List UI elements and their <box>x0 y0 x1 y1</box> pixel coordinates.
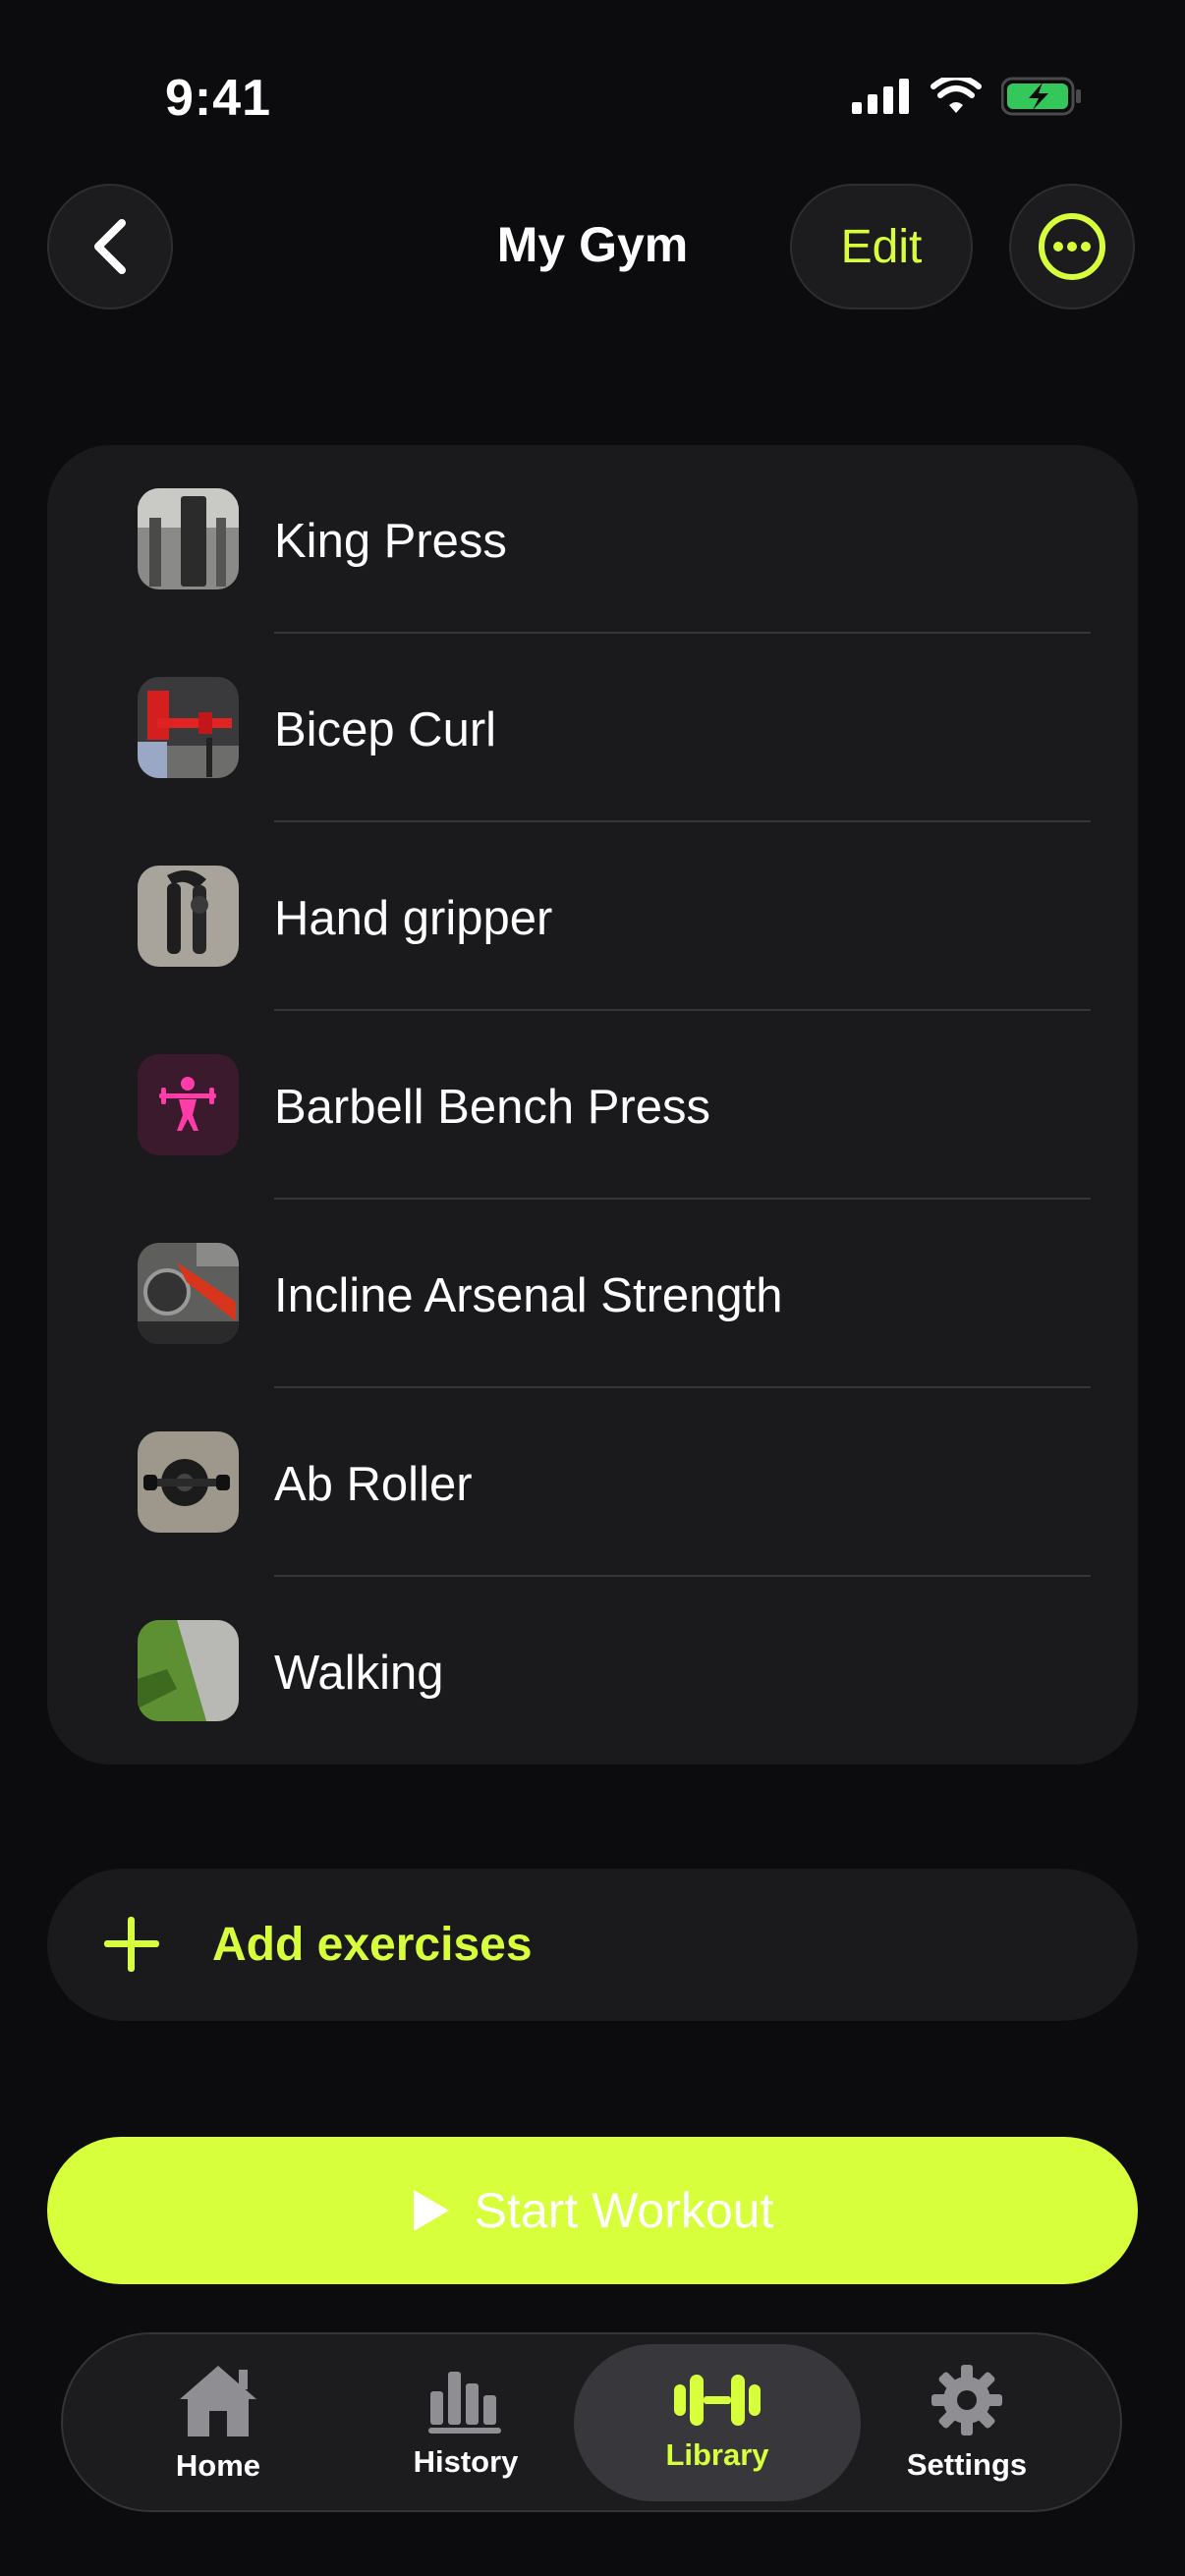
exercise-row[interactable]: Bicep Curl <box>47 634 1138 822</box>
exercise-thumbnail <box>138 488 239 589</box>
gear-icon <box>931 2365 1002 2436</box>
play-icon <box>413 2190 449 2231</box>
house-icon <box>180 2366 256 2436</box>
exercise-name: Walking <box>274 1647 444 1700</box>
exercise-thumbnail <box>138 677 239 778</box>
exercise-name: Ab Roller <box>274 1458 473 1511</box>
exercise-row[interactable]: Hand gripper <box>47 822 1138 1011</box>
exercise-row[interactable]: Walking <box>47 1577 1138 1765</box>
start-workout-button[interactable]: Start Workout <box>47 2137 1138 2284</box>
exercise-name: Incline Arsenal Strength <box>274 1269 783 1322</box>
exercise-row[interactable]: Ab Roller <box>47 1388 1138 1577</box>
tab-bar: Home History Library Settings <box>61 2332 1122 2512</box>
ellipsis-circle-icon <box>1039 213 1105 280</box>
exercise-name: King Press <box>274 515 507 568</box>
more-options-button[interactable] <box>1009 184 1135 309</box>
plus-icon <box>104 1917 159 1972</box>
tab-home[interactable]: Home <box>94 2344 342 2501</box>
exercise-thumbnail <box>138 1431 239 1533</box>
exercise-name: Barbell Bench Press <box>274 1081 710 1134</box>
exercise-thumbnail <box>138 1054 239 1155</box>
battery-charging-icon <box>1001 77 1081 116</box>
exercise-name: Hand gripper <box>274 892 553 945</box>
exercise-list: King Press Bicep Curl Hand gripper Barbe… <box>47 445 1138 1764</box>
weightlifter-icon <box>159 1077 216 1131</box>
tab-label: Settings <box>906 2447 1028 2482</box>
exercise-thumbnail <box>138 1243 239 1344</box>
status-time: 9:41 <box>165 70 272 127</box>
exercise-row[interactable]: King Press <box>47 445 1138 634</box>
page-title: My Gym <box>496 217 689 272</box>
tab-label: Library <box>665 2437 769 2472</box>
tab-label: Home <box>175 2448 261 2483</box>
add-exercises-label: Add exercises <box>212 1919 533 1971</box>
exercise-row[interactable]: Incline Arsenal Strength <box>47 1200 1138 1388</box>
status-icons <box>852 77 1082 116</box>
exercise-thumbnail <box>138 866 239 967</box>
exercise-row[interactable]: Barbell Bench Press <box>47 1011 1138 1200</box>
exercise-thumbnail <box>138 1620 239 1721</box>
dumbbell-icon <box>674 2375 761 2426</box>
edit-button[interactable]: Edit <box>790 184 973 309</box>
tab-label: History <box>413 2444 519 2479</box>
signal-icon <box>852 79 909 114</box>
tab-settings[interactable]: Settings <box>843 2344 1091 2501</box>
start-workout-label: Start Workout <box>474 2183 774 2238</box>
tab-history[interactable]: History <box>342 2344 590 2501</box>
tab-library[interactable]: Library <box>574 2344 861 2501</box>
wifi-icon <box>931 78 982 113</box>
bar-chart-icon <box>428 2372 501 2434</box>
add-exercises-button[interactable]: Add exercises <box>47 1869 1138 2021</box>
exercise-name: Bicep Curl <box>274 703 497 756</box>
